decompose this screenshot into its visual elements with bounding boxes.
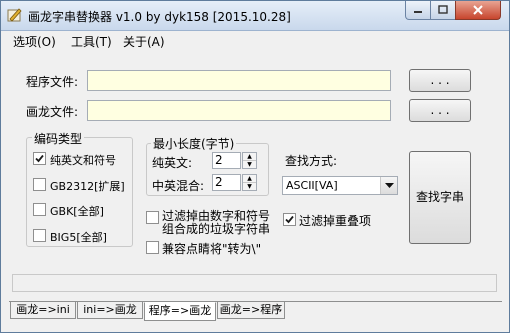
search-mode-label: 查找方式: [285, 154, 338, 168]
minimize-button[interactable] [405, 1, 431, 20]
dragon-file-label: 画龙文件: [26, 105, 79, 119]
compat-quote-label: 兼容点睛将"转为\" [162, 242, 262, 256]
mixed-length-spinner[interactable]: ▲ ▼ [242, 174, 257, 191]
maximize-icon [438, 5, 448, 14]
menu-bar: 选项(O) 工具(T) 关于(A) [1, 31, 509, 50]
checkmark-icon [35, 154, 44, 163]
encoding-gb2312-checkbox[interactable] [33, 178, 46, 191]
dragon-file-input[interactable] [87, 100, 391, 121]
mixed-length-label: 中英混合: [152, 179, 205, 193]
tab-ini-to-dragon[interactable]: ini=>画龙 [77, 301, 143, 319]
encoding-group-title: 编码类型 [32, 130, 85, 147]
menu-about[interactable]: 关于(A) [123, 33, 165, 50]
spin-up-icon[interactable]: ▲ [243, 175, 256, 182]
encoding-english-checkbox[interactable] [33, 152, 46, 165]
filter-numeric-checkbox[interactable] [146, 211, 159, 224]
tab-dragon-to-ini[interactable]: 画龙=>ini [10, 301, 76, 319]
encoding-gbk-checkbox[interactable] [33, 203, 46, 216]
chevron-down-icon[interactable] [380, 177, 397, 194]
app-icon [7, 7, 23, 23]
maximize-button[interactable] [430, 1, 456, 20]
encoding-english-label: 纯英文和符号 [50, 154, 116, 167]
min-length-group-title: 最小长度(字节) [151, 135, 237, 152]
search-mode-select[interactable]: ASCII[VA] [282, 176, 398, 195]
spin-down-icon[interactable]: ▼ [243, 182, 256, 190]
find-strings-button[interactable]: 查找字串 [409, 151, 471, 244]
encoding-big5-checkbox[interactable] [33, 229, 46, 242]
program-file-label: 程序文件: [26, 75, 79, 89]
main-window: 画龙字串替换器 v1.0 by dyk158 [2015.10.28] 选项(O… [0, 0, 510, 333]
compat-quote-checkbox[interactable] [146, 241, 159, 254]
encoding-gbk-label: GBK[全部] [50, 205, 104, 218]
status-bar [12, 274, 497, 292]
minimize-icon [414, 11, 422, 13]
encoding-gb2312-label: GB2312[扩展] [50, 180, 125, 193]
tab-dragon-to-program[interactable]: 画龙=>程序 [217, 301, 285, 319]
browse-program-button[interactable]: . . . [409, 69, 471, 92]
english-length-label: 纯英文: [152, 156, 193, 170]
spin-down-icon[interactable]: ▼ [243, 160, 256, 168]
filter-duplicates-checkbox[interactable] [283, 213, 296, 226]
mixed-length-input[interactable]: 2 [212, 174, 241, 191]
encoding-big5-label: BIG5[全部] [50, 231, 107, 244]
checkmark-icon [285, 215, 294, 224]
window-title: 画龙字串替换器 v1.0 by dyk158 [2015.10.28] [28, 10, 291, 24]
english-length-input[interactable]: 2 [212, 152, 241, 169]
tab-program-to-dragon[interactable]: 程序=>画龙 [144, 302, 216, 321]
filter-numeric-label-line2: 组合成的垃圾字符串 [162, 222, 271, 236]
filter-duplicates-label: 过滤掉重叠项 [299, 214, 372, 228]
search-mode-value: ASCII[VA] [286, 179, 338, 192]
program-file-input[interactable] [87, 70, 391, 91]
menu-tools[interactable]: 工具(T) [71, 33, 112, 50]
browse-dragon-button[interactable]: . . . [409, 99, 471, 122]
menu-options[interactable]: 选项(O) [13, 33, 56, 50]
spin-up-icon[interactable]: ▲ [243, 153, 256, 160]
close-icon [473, 5, 483, 15]
close-button[interactable] [455, 1, 501, 20]
english-length-spinner[interactable]: ▲ ▼ [242, 152, 257, 169]
title-bar[interactable]: 画龙字串替换器 v1.0 by dyk158 [2015.10.28] [1, 1, 509, 31]
